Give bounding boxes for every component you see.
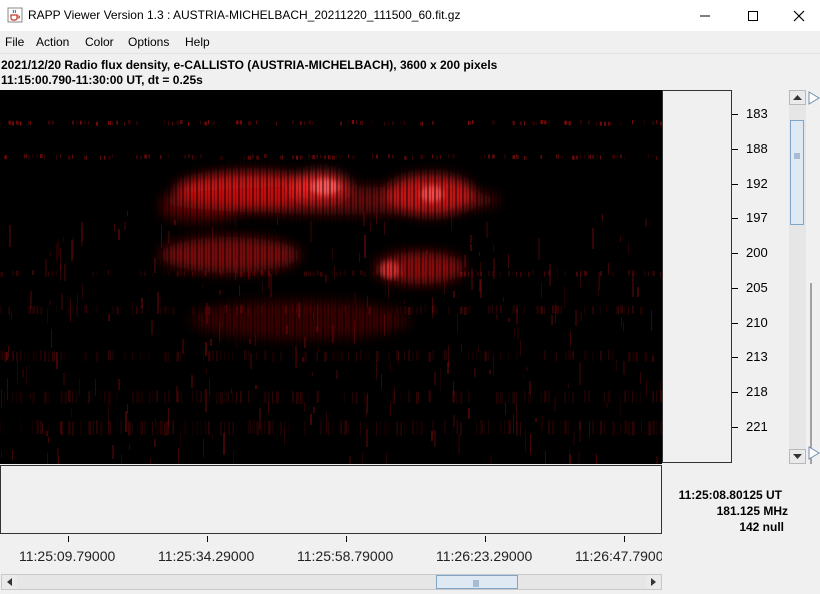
scroll-left-button[interactable] [2,575,17,589]
freq-tick-mark [732,392,738,393]
freq-tick-label: 218 [746,384,768,399]
time-range-info: 11:15:00.790-11:30:00 UT, dt = 0.25s [1,73,203,87]
scroll-up-button[interactable] [789,90,806,105]
menu-options[interactable]: Options [128,35,169,49]
freq-tick-mark [732,114,738,115]
time-tick-label: 11:26:23.29000 [436,548,533,564]
chevron-down-icon [793,454,802,459]
freq-tick-mark [732,149,738,150]
frequency-axis: 183 188 192 197 200 205 210 213 218 221 [732,90,787,464]
chevron-up-icon [793,95,802,100]
title-bar: RAPP Viewer Version 1.3 : AUSTRIA-MICHEL… [0,0,820,31]
time-tick-label: 11:25:09.79000 [19,548,116,564]
time-tick-label: 11:25:34.29000 [158,548,255,564]
vertical-scrollbar[interactable] [789,90,806,464]
horizontal-scroll-thumb[interactable] [436,575,518,589]
freq-tick-mark [732,288,738,289]
java-cup-icon [7,7,23,23]
spectrogram[interactable] [0,90,662,464]
minimize-button[interactable] [682,0,728,31]
chevron-right-icon [651,578,656,586]
freq-tick-label: 200 [746,245,768,260]
grip-icon [794,153,800,159]
freq-tick-label: 221 [746,419,768,434]
freq-tick-label: 192 [746,176,768,191]
freq-tick-label: 213 [746,349,768,364]
freq-tick-mark [732,218,738,219]
maximize-button[interactable] [730,0,776,31]
time-tick-mark [485,536,486,542]
contrast-slider[interactable] [808,90,820,464]
maximize-icon [748,11,758,21]
frequency-readout: 181.125 MHz [716,504,788,518]
freq-tick-mark [732,184,738,185]
vertical-scroll-thumb[interactable] [790,120,804,225]
spectrogram-canvas [0,90,662,464]
side-panel [662,90,732,463]
close-icon [793,10,805,22]
freq-tick-mark [732,357,738,358]
slider-track-icon [808,91,820,464]
grip-icon [473,580,479,587]
menu-bar: File Action Color Options Help [0,31,820,54]
observation-info: 2021/12/20 Radio flux density, e-CALLIST… [1,58,498,72]
close-button[interactable] [776,0,820,31]
time-tick-mark [346,536,347,542]
freq-tick-label: 197 [746,210,768,225]
freq-tick-label: 188 [746,141,768,156]
menu-file[interactable]: File [5,35,24,49]
value-readout: 142 null [739,520,784,534]
freq-tick-label: 205 [746,280,768,295]
time-tick-mark [207,536,208,542]
window-title: RAPP Viewer Version 1.3 : AUSTRIA-MICHEL… [28,8,461,22]
time-tick-label: 11:26:47.79000 [575,548,662,564]
horizontal-scrollbar[interactable] [1,574,662,590]
menu-help[interactable]: Help [185,35,210,49]
scroll-down-button[interactable] [789,449,806,464]
chevron-left-icon [7,578,12,586]
menu-action[interactable]: Action [36,35,69,49]
time-axis: 11:25:09.79000 11:25:34.29000 11:25:58.7… [0,534,662,574]
time-tick-mark [68,536,69,542]
time-tick-mark [624,536,625,542]
scroll-right-button[interactable] [646,575,661,589]
time-readout: 11:25:08.80125 UT [678,488,782,502]
freq-tick-mark [732,427,738,428]
freq-tick-mark [732,323,738,324]
freq-tick-label: 210 [746,315,768,330]
freq-tick-label: 183 [746,106,768,121]
light-curve-panel[interactable] [0,465,662,534]
menu-color[interactable]: Color [85,35,114,49]
minimize-icon [700,15,710,17]
freq-tick-mark [732,253,738,254]
time-tick-label: 11:25:58.79000 [297,548,394,564]
